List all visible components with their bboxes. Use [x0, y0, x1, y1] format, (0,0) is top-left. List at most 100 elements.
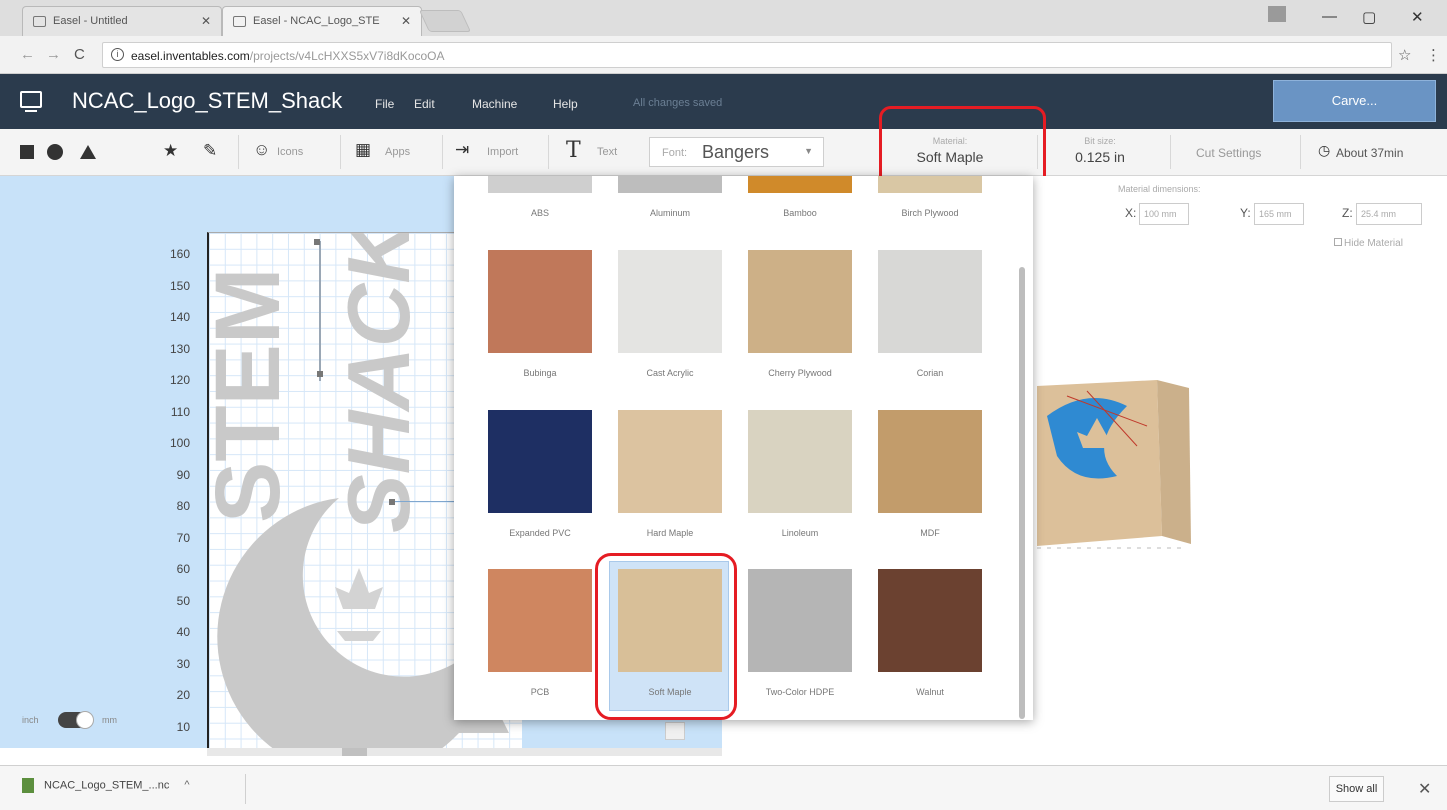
material-name: Cast Acrylic: [646, 368, 694, 378]
close-shelf-icon[interactable]: ✕: [1418, 779, 1431, 799]
reload-icon[interactable]: C: [74, 46, 85, 63]
material-swatch[interactable]: [618, 410, 722, 513]
toolbar-divider: [1300, 135, 1301, 169]
apps-grid-icon[interactable]: ▦: [355, 140, 371, 160]
circle-shape-icon[interactable]: [47, 144, 63, 160]
material-swatch[interactable]: [618, 250, 722, 353]
browser-menu-icon[interactable]: ⋮: [1426, 46, 1441, 64]
y-tick-label: 40: [176, 625, 190, 639]
time-estimate[interactable]: About 37min: [1336, 146, 1403, 160]
restore-icon[interactable]: ▢: [1362, 8, 1376, 26]
download-item[interactable]: NCAC_Logo_STEM_...nc ^: [22, 778, 190, 793]
project-title[interactable]: NCAC_Logo_STEM_Shack: [72, 88, 342, 114]
material-name: ABS: [530, 208, 549, 218]
material-swatch[interactable]: [618, 176, 722, 193]
material-swatch[interactable]: [748, 569, 852, 672]
x-dimension-input[interactable]: 100 mm: [1139, 203, 1189, 225]
dropdown-scrollbar[interactable]: [1019, 267, 1025, 719]
material-swatch[interactable]: [488, 569, 592, 672]
browser-tab-active[interactable]: Easel - NCAC_Logo_STE ✕: [222, 6, 422, 36]
carve-button[interactable]: Carve...: [1273, 80, 1436, 122]
star-shape-icon[interactable]: ★: [163, 141, 178, 161]
minimize-icon[interactable]: —: [1322, 8, 1337, 25]
material-swatch[interactable]: [878, 176, 982, 193]
font-select[interactable]: Font: Bangers ▼: [649, 137, 824, 167]
info-icon[interactable]: i: [111, 48, 124, 61]
hide-material-label: Hide Material: [1344, 238, 1403, 249]
toggle-knob[interactable]: [76, 711, 94, 729]
menu-help[interactable]: Help: [553, 97, 578, 111]
browser-tab[interactable]: Easel - Untitled ✕: [22, 6, 222, 36]
y-tick-label: 160: [169, 247, 190, 261]
material-swatch[interactable]: [488, 176, 592, 193]
z-dimension-input[interactable]: 25.4 mm: [1356, 203, 1422, 225]
address-bar-row: ← → C i easel.inventables.com/projects/v…: [0, 36, 1447, 74]
menu-machine[interactable]: Machine: [472, 97, 517, 111]
url-host: easel.inventables.com: [131, 49, 250, 63]
material-swatch[interactable]: [878, 250, 982, 353]
material-swatch[interactable]: [878, 569, 982, 672]
font-value: Bangers: [702, 142, 770, 162]
import-icon[interactable]: ⇥: [455, 140, 469, 160]
text-button[interactable]: Text: [597, 146, 617, 158]
y-dimension-input[interactable]: 165 mm: [1254, 203, 1304, 225]
easel-logo-icon[interactable]: [20, 91, 42, 112]
material-swatch[interactable]: [878, 410, 982, 513]
text-tool-icon[interactable]: T: [566, 138, 581, 163]
menu-edit[interactable]: Edit: [414, 97, 435, 111]
material-swatch[interactable]: [748, 410, 852, 513]
bookmark-star-icon[interactable]: ☆: [1398, 46, 1411, 64]
scrollbar-thumb[interactable]: [342, 748, 367, 756]
import-button[interactable]: Import: [487, 146, 518, 158]
toolbar-divider: [340, 135, 341, 169]
menu-file[interactable]: File: [375, 97, 394, 111]
url-input[interactable]: i easel.inventables.com/projects/v4LcHXX…: [102, 42, 1392, 68]
back-icon[interactable]: ←: [20, 46, 35, 63]
bit-size-selector[interactable]: Bit size: 0.125 in: [1060, 136, 1140, 165]
toolbar-divider: [442, 135, 443, 169]
page-icon: [33, 16, 46, 27]
y-tick-label: 70: [176, 531, 190, 545]
show-all-button[interactable]: Show all: [1329, 776, 1384, 802]
horizontal-scrollbar[interactable]: [207, 748, 722, 756]
download-shelf: NCAC_Logo_STEM_...nc ^ Show all ✕: [0, 765, 1447, 810]
pen-tool-icon[interactable]: ✎: [203, 141, 217, 161]
material-name: Hard Maple: [646, 528, 694, 538]
close-tab-icon[interactable]: ✕: [201, 14, 211, 28]
tab-title: Easel - NCAC_Logo_STE: [253, 15, 380, 27]
material-swatch[interactable]: [748, 176, 852, 193]
profile-icon[interactable]: [1268, 6, 1286, 22]
y-tick-label: 120: [169, 373, 190, 387]
checkbox-icon[interactable]: [1334, 238, 1342, 246]
design-toolbar: ★ ✎ ☺ Icons ▦ Apps ⇥ Import T Text Font:…: [0, 129, 1447, 176]
close-tab-icon[interactable]: ✕: [401, 14, 411, 28]
smiley-icon[interactable]: ☺: [253, 140, 270, 160]
square-shape-icon[interactable]: [20, 145, 34, 159]
3d-material-preview[interactable]: [1027, 376, 1197, 551]
new-tab-button[interactable]: [418, 10, 472, 32]
icons-button[interactable]: Icons: [277, 146, 303, 158]
material-swatch[interactable]: [488, 250, 592, 353]
file-icon: [22, 778, 34, 793]
y-tick-label: 140: [169, 310, 190, 324]
page-icon: [233, 16, 246, 27]
material-name: Linoleum: [781, 528, 819, 538]
material-swatch[interactable]: [488, 410, 592, 513]
browser-tab-strip: Easel - Untitled ✕ Easel - NCAC_Logo_STE…: [0, 0, 1447, 36]
material-swatch[interactable]: [748, 250, 852, 353]
forward-icon[interactable]: →: [46, 46, 61, 63]
chevron-up-icon[interactable]: ^: [184, 779, 189, 791]
download-filename: NCAC_Logo_STEM_...nc: [44, 779, 170, 792]
y-tick-label: 110: [170, 405, 190, 419]
triangle-shape-icon[interactable]: [80, 145, 96, 159]
cut-settings-button[interactable]: Cut Settings: [1196, 146, 1261, 160]
zoom-out-button[interactable]: [665, 722, 685, 740]
y-tick-label: 90: [176, 468, 190, 482]
close-window-icon[interactable]: ✕: [1411, 8, 1424, 26]
hide-material-checkbox[interactable]: Hide Material: [1334, 238, 1403, 249]
apps-button[interactable]: Apps: [385, 146, 410, 158]
font-label: Font:: [662, 147, 688, 159]
app-header: NCAC_Logo_STEM_Shack File Edit Machine H…: [0, 74, 1447, 129]
bit-size-value: 0.125 in: [1075, 149, 1125, 165]
svg-text:SHACK: SHACK: [329, 233, 428, 533]
